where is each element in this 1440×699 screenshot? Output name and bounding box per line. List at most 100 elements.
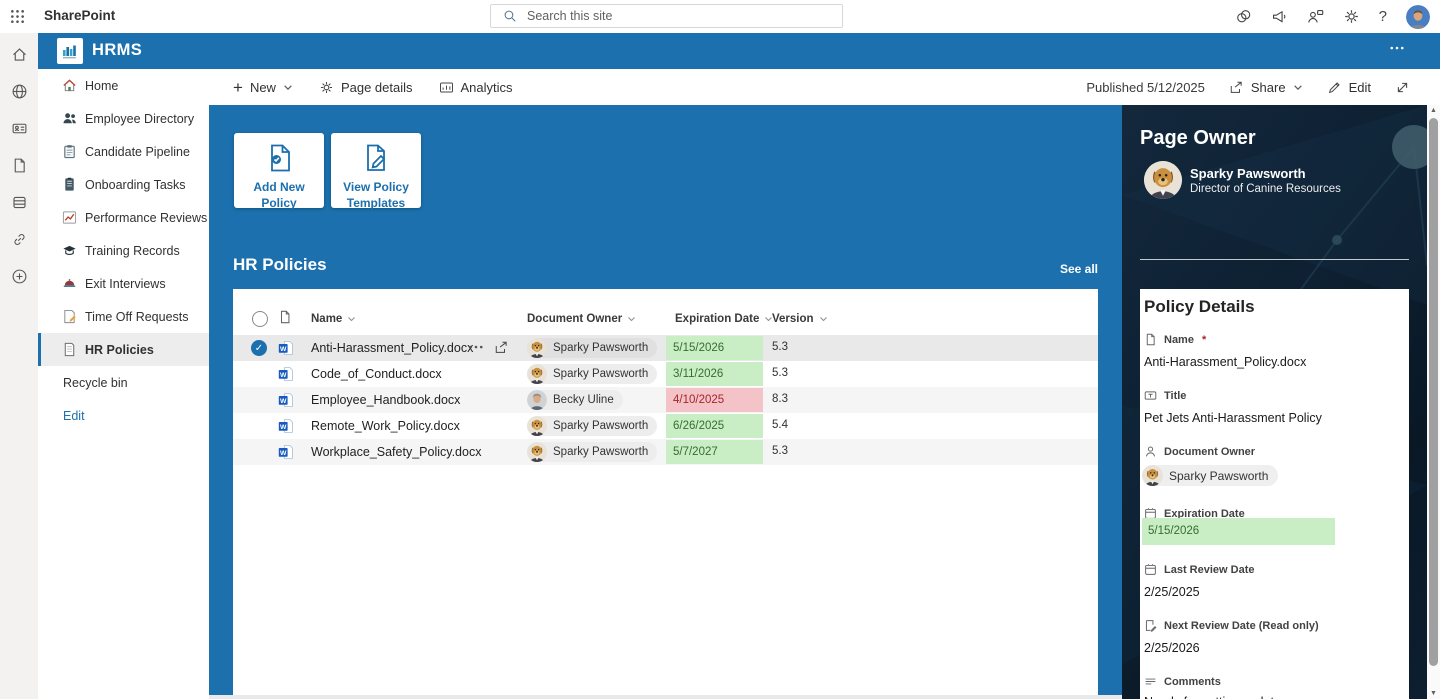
- people-icon: [62, 111, 77, 126]
- word-file-icon: [278, 366, 294, 382]
- sidebar-item-employee-directory[interactable]: Employee Directory: [38, 102, 209, 135]
- owner-pill[interactable]: Sparky Pawsworth: [527, 416, 658, 436]
- globe-icon[interactable]: [11, 83, 28, 100]
- row-selected-check-icon[interactable]: ✓: [251, 340, 267, 356]
- edit-button[interactable]: Edit: [1327, 80, 1371, 95]
- sidebar-item-exit-interviews[interactable]: Exit Interviews: [38, 267, 209, 300]
- list-header-row: Name Document Owner Expiration Date Vers…: [233, 289, 1098, 335]
- banner-more-icon[interactable]: [1390, 46, 1404, 50]
- more-options-icon[interactable]: [469, 345, 483, 349]
- field-label-last-review-date: Last Review Date: [1144, 563, 1254, 576]
- file-name-link[interactable]: Code_of_Conduct.docx: [311, 367, 442, 381]
- sidebar-item-training-records[interactable]: Training Records: [38, 234, 209, 267]
- page-owner-avatar[interactable]: [1144, 161, 1182, 199]
- copilot-icon[interactable]: [1235, 8, 1252, 25]
- expiration-cell: 5/15/2026: [666, 336, 763, 360]
- column-header-name[interactable]: Name: [311, 313, 356, 325]
- share-row-icon[interactable]: [494, 340, 509, 355]
- field-value-comments[interactable]: Needs formatting update: [1144, 695, 1281, 699]
- add-new-policy-button[interactable]: Add New Policy: [234, 133, 324, 210]
- site-search[interactable]: [490, 4, 843, 28]
- sidebar-item-home[interactable]: Home: [38, 69, 209, 102]
- user-avatar[interactable]: [1406, 5, 1430, 29]
- feedback-icon[interactable]: [1307, 8, 1324, 25]
- vertical-scrollbar[interactable]: ▲ ▼: [1427, 105, 1440, 699]
- horizontal-scrollbar-track[interactable]: [209, 695, 1122, 699]
- text-field-icon: [1144, 389, 1157, 402]
- list-icon[interactable]: [11, 194, 28, 211]
- field-label-comments: Comments: [1144, 675, 1221, 688]
- table-row[interactable]: Code_of_Conduct.docx Sparky Pawsworth 3/…: [233, 361, 1098, 387]
- table-row[interactable]: Employee_Handbook.docx Becky Uline 4/10/…: [233, 387, 1098, 413]
- field-value-last-review-date[interactable]: 2/25/2025: [1144, 585, 1200, 599]
- column-header-version[interactable]: Version: [772, 313, 828, 325]
- megaphone-icon[interactable]: [1271, 8, 1288, 25]
- chevron-down-icon: [1293, 84, 1303, 91]
- field-value-expiration-date[interactable]: 5/15/2026: [1142, 518, 1335, 545]
- page-owner-name[interactable]: Sparky Pawsworth: [1190, 166, 1306, 181]
- sidebar-edit-link[interactable]: Edit: [38, 399, 209, 432]
- link-icon[interactable]: [11, 231, 28, 248]
- suite-brand[interactable]: SharePoint: [44, 8, 115, 23]
- scrollbar-thumb[interactable]: [1429, 118, 1438, 666]
- field-label-title: Title: [1144, 389, 1186, 402]
- new-button[interactable]: + New: [233, 79, 293, 96]
- page-owner-title: Page Owner: [1140, 127, 1256, 149]
- sidebar-item-candidate-pipeline[interactable]: Candidate Pipeline: [38, 135, 209, 168]
- settings-gear-icon[interactable]: [1343, 8, 1360, 25]
- field-value-name[interactable]: Anti-Harassment_Policy.docx: [1144, 355, 1306, 369]
- owner-pill[interactable]: Becky Uline: [527, 390, 623, 410]
- field-value-title[interactable]: Pet Jets Anti-Harassment Policy: [1144, 411, 1322, 425]
- file-type-column-icon[interactable]: [278, 310, 292, 324]
- pencil-icon: [1327, 80, 1342, 95]
- scroll-up-arrow[interactable]: ▲: [1427, 107, 1440, 114]
- select-all-checkbox[interactable]: [252, 311, 268, 327]
- owner-pill[interactable]: Sparky Pawsworth: [527, 338, 658, 358]
- word-file-icon: [278, 392, 294, 408]
- page-canvas: Add New Policy View Policy Templates HR …: [209, 105, 1440, 699]
- home-icon[interactable]: [11, 46, 28, 63]
- app-bar-rail: [0, 33, 38, 699]
- page-icon[interactable]: [11, 157, 28, 174]
- share-button[interactable]: Share: [1229, 80, 1303, 95]
- sidebar-item-hr-policies[interactable]: HR Policies: [38, 333, 209, 366]
- add-circle-icon[interactable]: [11, 268, 28, 285]
- chevron-down-icon: [819, 316, 828, 322]
- field-label-next-review-date: Next Review Date (Read only): [1144, 619, 1319, 632]
- app-launcher-icon[interactable]: [10, 9, 25, 24]
- document-owner-pill[interactable]: Sparky Pawsworth: [1142, 465, 1279, 486]
- help-icon[interactable]: ?: [1379, 8, 1387, 25]
- view-policy-templates-button[interactable]: View Policy Templates: [331, 133, 421, 210]
- analytics-button[interactable]: Analytics: [439, 80, 513, 95]
- column-header-document-owner[interactable]: Document Owner: [527, 313, 636, 325]
- owner-pill[interactable]: Sparky Pawsworth: [527, 442, 658, 462]
- clipboard-icon: [62, 144, 77, 159]
- site-logo[interactable]: [57, 38, 83, 64]
- table-row[interactable]: Workplace_Safety_Policy.docx Sparky Paws…: [233, 439, 1098, 465]
- chevron-down-icon: [627, 316, 636, 322]
- file-name-link[interactable]: Workplace_Safety_Policy.docx: [311, 445, 481, 459]
- sidebar-item-performance-reviews[interactable]: Performance Reviews: [38, 201, 209, 234]
- search-input[interactable]: [525, 8, 842, 24]
- analytics-icon: [439, 80, 454, 95]
- panel-divider: [1140, 259, 1409, 260]
- contact-card-icon[interactable]: [11, 120, 28, 137]
- file-name-link[interactable]: Remote_Work_Policy.docx: [311, 419, 460, 433]
- page-details-button[interactable]: Page details: [319, 80, 413, 95]
- owner-pill[interactable]: Sparky Pawsworth: [527, 364, 658, 384]
- site-title[interactable]: HRMS: [92, 41, 142, 60]
- see-all-link[interactable]: See all: [1024, 262, 1098, 276]
- scroll-down-arrow[interactable]: ▼: [1427, 690, 1440, 697]
- table-row[interactable]: ✓ Anti-Harassment_Policy.docx Sparky Paw…: [233, 335, 1098, 361]
- share-icon: [1229, 80, 1244, 95]
- table-row[interactable]: Remote_Work_Policy.docx Sparky Pawsworth…: [233, 413, 1098, 439]
- file-name-link[interactable]: Employee_Handbook.docx: [311, 393, 460, 407]
- published-status: Published 5/12/2025: [1086, 79, 1205, 95]
- file-name-link[interactable]: Anti-Harassment_Policy.docx: [311, 341, 473, 355]
- plus-icon: +: [233, 77, 243, 97]
- sidebar-item-onboarding-tasks[interactable]: Onboarding Tasks: [38, 168, 209, 201]
- column-header-expiration-date[interactable]: Expiration Date: [675, 313, 773, 325]
- sidebar-item-recycle-bin[interactable]: Recycle bin: [38, 366, 209, 399]
- expand-fullscreen-icon[interactable]: [1395, 80, 1410, 95]
- sidebar-item-time-off-requests[interactable]: Time Off Requests: [38, 300, 209, 333]
